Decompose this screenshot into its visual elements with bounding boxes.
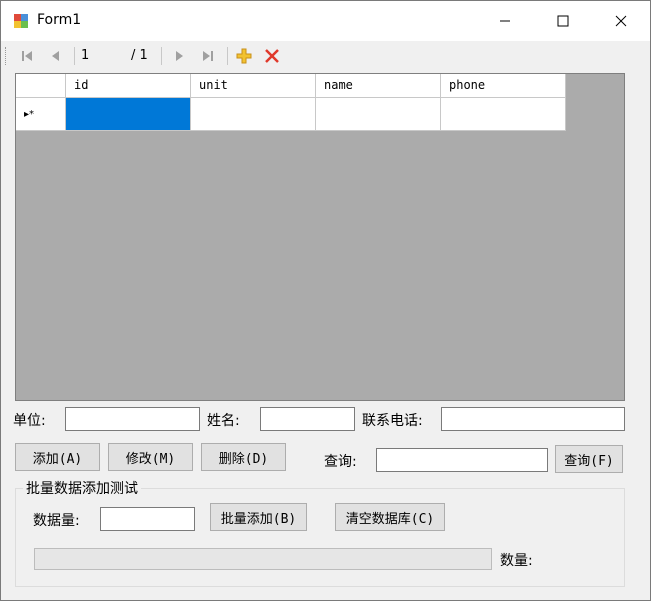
query-input[interactable] — [376, 448, 548, 472]
column-header-phone[interactable]: phone — [441, 74, 566, 98]
name-input[interactable] — [260, 407, 355, 431]
move-next-icon — [176, 51, 183, 61]
binding-navigator: 1 / 1 — [1, 41, 650, 71]
move-last-icon — [203, 51, 213, 61]
plus-icon — [236, 48, 252, 64]
query-label: 查询: — [324, 454, 357, 470]
amount-label: 数据量: — [33, 513, 80, 529]
close-icon — [615, 15, 627, 27]
toolbar-separator — [227, 47, 228, 65]
modify-button[interactable]: 修改(M) — [108, 443, 193, 471]
batch-group-title: 批量数据添加测试 — [23, 478, 141, 498]
cell-unit[interactable] — [191, 98, 316, 131]
clear-database-button[interactable]: 清空数据库(C) — [335, 503, 445, 531]
toolbar-separator — [161, 47, 162, 65]
window-title: Form1 — [37, 12, 82, 28]
column-header-name[interactable]: name — [316, 74, 441, 98]
count-label: / 1 — [131, 48, 148, 63]
delete-record-button[interactable]: 删除(D) — [201, 443, 286, 471]
minimize-icon — [500, 20, 510, 22]
minimize-button[interactable] — [476, 1, 534, 41]
phone-input[interactable] — [441, 407, 625, 431]
move-previous-button[interactable] — [47, 47, 65, 65]
add-button[interactable]: 添加(A) — [15, 443, 100, 471]
table-row-new: ▸* — [16, 98, 566, 131]
title-bar[interactable]: Form1 — [1, 1, 650, 41]
row-header-corner[interactable] — [16, 74, 66, 98]
maximize-icon — [557, 15, 569, 27]
query-button[interactable]: 查询(F) — [555, 445, 623, 473]
delete-x-icon — [265, 49, 279, 63]
phone-label: 联系电话: — [362, 413, 423, 429]
count-result-label: 数量: — [500, 553, 533, 569]
cell-name[interactable] — [316, 98, 441, 131]
delete-button[interactable] — [263, 47, 281, 65]
move-first-button[interactable] — [18, 47, 36, 65]
move-next-button[interactable] — [170, 47, 188, 65]
batch-groupbox — [15, 488, 625, 587]
move-last-button[interactable] — [199, 47, 217, 65]
batch-progress-bar — [34, 548, 492, 570]
move-first-icon — [22, 51, 32, 61]
column-header-unit[interactable]: unit — [191, 74, 316, 98]
move-previous-icon — [52, 51, 59, 61]
main-window: Form1 1 / 1 id unit name phone ▸* 单位: 姓名… — [0, 0, 651, 601]
position-input[interactable]: 1 — [81, 47, 127, 65]
name-label: 姓名: — [207, 413, 240, 429]
row-header-new[interactable]: ▸* — [16, 98, 66, 131]
close-button[interactable] — [592, 1, 650, 41]
grid-header: id unit name phone — [16, 74, 566, 98]
toolbar-grip[interactable] — [5, 47, 9, 65]
column-header-id[interactable]: id — [66, 74, 191, 98]
toolbar-separator — [74, 47, 75, 65]
amount-input[interactable] — [100, 507, 195, 531]
data-grid[interactable]: id unit name phone ▸* — [15, 73, 625, 401]
batch-add-button[interactable]: 批量添加(B) — [210, 503, 307, 531]
cell-phone[interactable] — [441, 98, 566, 131]
add-new-button[interactable] — [235, 47, 253, 65]
form-app-icon — [14, 14, 28, 28]
unit-label: 单位: — [13, 413, 46, 429]
cell-id[interactable] — [66, 98, 191, 131]
unit-input[interactable] — [65, 407, 200, 431]
maximize-button[interactable] — [534, 1, 592, 41]
